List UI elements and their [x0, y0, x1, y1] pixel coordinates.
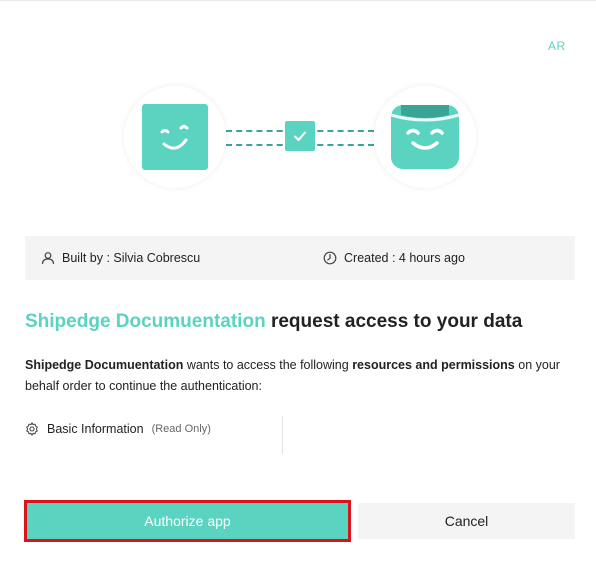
permission-description: Shipedge Documuentation wants to access …	[25, 355, 565, 397]
desc-app-name: Shipedge Documuentation	[25, 358, 184, 372]
app-icon-circle	[124, 86, 226, 188]
smiley-card-icon	[391, 103, 459, 171]
check-icon	[285, 121, 315, 151]
created-text: Created : 4 hours ago	[344, 251, 465, 265]
page-title: Shipedge Documuentation request access t…	[25, 311, 522, 333]
app-info-bar: Built by : Silvia Cobrescu Created : 4 h…	[25, 236, 575, 280]
clock-icon	[323, 251, 337, 265]
builder-text: Built by : Silvia Cobrescu	[62, 251, 201, 265]
gear-icon	[26, 422, 38, 436]
title-rest: request access to your data	[265, 311, 523, 332]
top-border	[0, 0, 596, 1]
authorize-app-button[interactable]: Authorize app	[24, 500, 351, 542]
language-toggle[interactable]: AR	[548, 39, 566, 53]
desc-bold: resources and permissions	[352, 358, 515, 372]
divider	[282, 416, 283, 454]
created-info: Created : 4 hours ago	[323, 251, 465, 265]
user-icon-circle	[374, 86, 476, 188]
permission-item: Basic Information (Read Only)	[25, 422, 211, 436]
permission-label: Basic Information	[47, 422, 144, 436]
desc-part1: wants to access the following	[183, 358, 353, 372]
user-icon	[41, 252, 55, 265]
smiley-face-icon	[142, 104, 208, 170]
permission-note: (Read Only)	[151, 423, 211, 435]
title-app-name: Shipedge Documuentation	[25, 311, 266, 332]
cancel-button[interactable]: Cancel	[358, 503, 575, 539]
builder-info: Built by : Silvia Cobrescu	[41, 251, 200, 265]
